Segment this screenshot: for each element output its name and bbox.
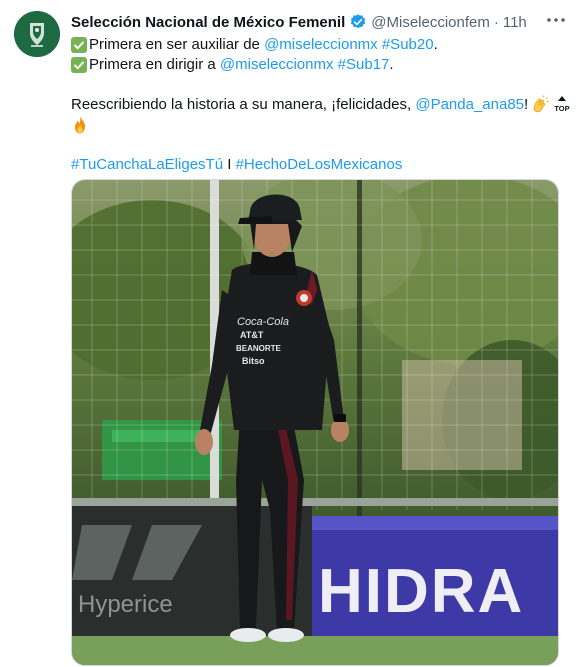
line1-end: . bbox=[433, 36, 438, 53]
player-photo-image: Hyperice HIDRA Coca-Cola AT&T BEANORTE B… bbox=[72, 180, 558, 665]
mention-miseleccionmx[interactable]: @miseleccionmx bbox=[220, 55, 334, 75]
tweet-text: Primera en ser auxiliar de @miseleccionm… bbox=[71, 35, 570, 175]
more-options-icon[interactable] bbox=[542, 10, 570, 30]
line3-end: ! bbox=[524, 96, 529, 113]
banner-right-text: HIDRA bbox=[318, 557, 524, 626]
avatar[interactable] bbox=[14, 11, 60, 57]
tweet-header: Selección Nacional de México Femenil @Mi… bbox=[71, 12, 570, 32]
line2-end: . bbox=[389, 56, 394, 73]
hashtags-line: #TuCanchaLaEligesTú I #HechoDeLosMexican… bbox=[71, 155, 566, 175]
tweet-card: Selección Nacional de México Femenil @Mi… bbox=[0, 0, 584, 667]
tweet-line-3: Reescribiendo la historia a su manera, ¡… bbox=[71, 95, 570, 115]
tweet-line-2: Primera en dirigir a @miseleccionmx #Sub… bbox=[71, 55, 566, 75]
jersey-sponsor-2: AT&T bbox=[240, 330, 264, 340]
fire-icon bbox=[71, 115, 89, 135]
line3-text: Reescribiendo la historia a su manera, ¡… bbox=[71, 96, 416, 113]
tweet-photo[interactable]: Hyperice HIDRA Coca-Cola AT&T BEANORTE B… bbox=[71, 179, 559, 666]
hashtag-sub20[interactable]: #Sub20 bbox=[382, 35, 434, 55]
check-mark-icon bbox=[71, 37, 87, 53]
hashtag-sub17[interactable]: #Sub17 bbox=[338, 55, 390, 75]
line2-text: Primera en dirigir a bbox=[89, 56, 220, 73]
verified-badge-icon bbox=[349, 13, 367, 31]
jersey-sponsor-3: BEANORTE bbox=[236, 344, 282, 353]
jersey-sponsor-1: Coca-Cola bbox=[237, 316, 289, 328]
separator-dot: · bbox=[493, 13, 499, 31]
timestamp[interactable]: 11h bbox=[503, 14, 527, 31]
top-arrow-icon: TOP bbox=[552, 95, 572, 115]
tweet-line-fire bbox=[71, 115, 566, 135]
tweet-line-1: Primera en ser auxiliar de @miseleccionm… bbox=[71, 35, 566, 55]
federation-crest-icon bbox=[14, 11, 60, 57]
check-mark-icon bbox=[71, 57, 87, 73]
banner-left-text: Hyperice bbox=[78, 591, 173, 618]
clapping-hands-icon bbox=[530, 95, 550, 115]
mention-miseleccionmx[interactable]: @miseleccionmx bbox=[264, 35, 378, 55]
line1-text: Primera en ser auxiliar de bbox=[89, 36, 265, 53]
hashtag-separator: I bbox=[223, 156, 236, 173]
account-handle[interactable]: @Miseleccionfem bbox=[371, 14, 490, 31]
account-name[interactable]: Selección Nacional de México Femenil bbox=[71, 14, 345, 31]
jersey-sponsor-4: Bitso bbox=[242, 356, 265, 366]
mention-panda-ana85[interactable]: @Panda_ana85 bbox=[415, 95, 524, 115]
top-badge-text: TOP bbox=[555, 104, 570, 113]
hashtag-tucanchalaeligestu[interactable]: #TuCanchaLaEligesTú bbox=[71, 155, 223, 175]
hashtag-hechodelosmexicanos[interactable]: #HechoDeLosMexicanos bbox=[236, 155, 403, 175]
